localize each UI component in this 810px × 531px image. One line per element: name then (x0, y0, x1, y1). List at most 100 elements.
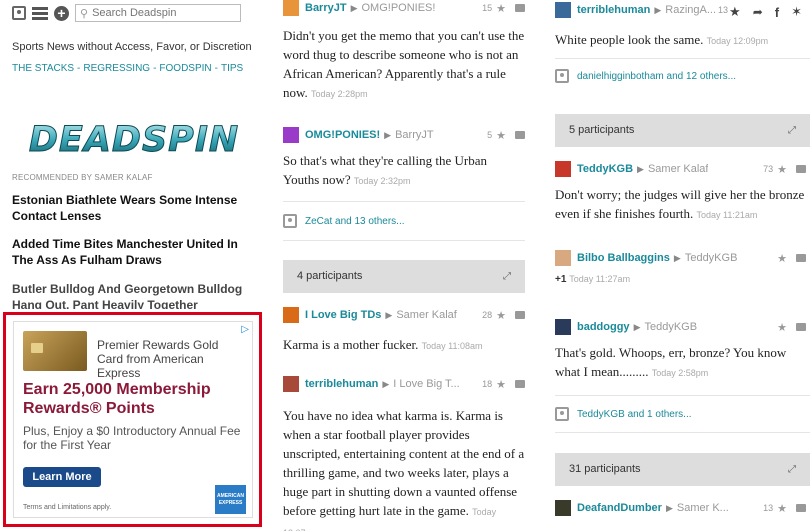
menu-icon[interactable] (32, 6, 48, 20)
reply-icon[interactable] (796, 504, 806, 512)
reply-to[interactable]: RazingA... (665, 4, 716, 16)
star-icon[interactable]: ★ (777, 252, 787, 265)
timestamp[interactable]: Today 2:32pm (354, 176, 411, 186)
star-icon[interactable]: ★ (777, 321, 787, 334)
star-icon[interactable]: ★ (777, 163, 787, 176)
search-input[interactable] (92, 7, 233, 19)
avatar[interactable] (283, 307, 299, 323)
like-count: 73 (763, 164, 774, 174)
avatar[interactable] (283, 376, 299, 392)
comment: OMG!PONIES! ▶ BarryJT 5 ★ So that's what … (283, 127, 525, 191)
star-icon[interactable]: ★ (496, 378, 506, 391)
search-box[interactable]: ⚲ (75, 4, 241, 22)
star-icon[interactable]: ★ (777, 502, 787, 515)
like-count: 18 (482, 379, 493, 389)
logo-text: DEADSPIN (29, 120, 239, 160)
reply-icon[interactable] (515, 311, 525, 319)
advertisement[interactable]: ▷ Premier Rewards Gold Card from America… (3, 312, 262, 527)
participants-bar[interactable]: 31 participants ⤢ (555, 453, 810, 486)
timestamp[interactable]: Today 2:28pm (311, 89, 368, 99)
like-count: 13 (718, 5, 729, 15)
reply-to[interactable]: BarryJT (395, 129, 434, 141)
more-replies-text[interactable]: TeddyKGB and 1 others... (577, 409, 692, 420)
more-replies-text[interactable]: danielhigginbotham and 12 others... (577, 71, 736, 82)
comment-text: +1 (555, 274, 567, 285)
ad-content[interactable]: ▷ Premier Rewards Gold Card from America… (13, 321, 253, 518)
site-tagline: Sports News without Access, Favor, or Di… (12, 41, 252, 53)
comment-text: White people look the same. (555, 32, 704, 47)
share-tools: ★ ➦ f ✶ (729, 4, 802, 20)
section-link-regressing[interactable]: REGRESSING (83, 63, 150, 74)
timestamp[interactable]: Today 12:09pm (707, 36, 769, 46)
reply-to[interactable]: Samer K... (677, 502, 729, 514)
reply-icon[interactable] (515, 4, 525, 12)
more-replies-link[interactable]: danielhigginbotham and 12 others... (555, 69, 736, 83)
plus-icon[interactable]: + (54, 5, 69, 21)
user-icon (555, 407, 569, 421)
reply-icon[interactable] (796, 323, 806, 331)
reply-to[interactable]: TeddyKGB (644, 321, 697, 333)
participants-count: 4 participants (297, 270, 363, 282)
timestamp[interactable]: Today 11:08am (422, 341, 483, 351)
reply-icon[interactable] (796, 254, 806, 262)
reply-arrow-icon: ▶ (654, 4, 662, 15)
reply-to[interactable]: Samer Kalaf (648, 163, 709, 175)
comment-username[interactable]: OMG!PONIES! (305, 129, 380, 141)
like-count: 15 (482, 3, 493, 13)
story-link-1[interactable]: Estonian Biathlete Wears Some Intense Co… (12, 192, 252, 224)
story-link-3[interactable]: Butler Bulldog And Georgetown Bulldog Ha… (12, 281, 252, 309)
avatar[interactable] (555, 500, 571, 516)
reply-to[interactable]: Samer Kalaf (396, 309, 457, 321)
more-replies-link[interactable]: TeddyKGB and 1 others... (555, 407, 692, 421)
comment-username[interactable]: terriblehuman (305, 378, 378, 390)
reply-icon[interactable] (796, 165, 806, 173)
avatar[interactable] (555, 319, 571, 335)
star-icon[interactable]: ★ (496, 2, 506, 15)
reply-to[interactable]: OMG!PONIES! (362, 2, 436, 14)
star-icon[interactable]: ★ (496, 309, 506, 322)
deadspin-logo[interactable]: DEADSPIN (14, 118, 254, 161)
expand-icon[interactable]: ⤢ (503, 260, 511, 293)
expand-icon[interactable]: ⤢ (788, 453, 796, 486)
comment-username[interactable]: Bilbo Ballbaggins (577, 252, 670, 264)
learn-more-button[interactable]: Learn More (23, 467, 101, 487)
reply-icon[interactable] (515, 380, 525, 388)
profile-icon[interactable] (12, 6, 26, 20)
avatar[interactable] (555, 250, 571, 266)
section-link-tips[interactable]: TIPS (221, 63, 243, 74)
adchoices-icon[interactable]: ▷ (241, 324, 249, 335)
share-icon[interactable]: ➦ (753, 5, 763, 19)
timestamp[interactable]: Today 2:58pm (652, 368, 709, 378)
comment-username[interactable]: DeafandDumber (577, 502, 662, 514)
reply-to[interactable]: I Love Big T... (393, 378, 459, 390)
star-icon[interactable]: ★ (496, 129, 506, 142)
reply-arrow-icon: ▶ (350, 2, 358, 13)
comment-username[interactable]: terriblehuman (577, 4, 650, 16)
comment-username[interactable]: I Love Big TDs (305, 309, 381, 321)
participants-bar[interactable]: 4 participants ⤢ (283, 260, 525, 293)
more-replies-link[interactable]: ZeCat and 13 others... (283, 214, 405, 228)
reply-icon[interactable] (515, 131, 525, 139)
avatar[interactable] (555, 161, 571, 177)
facebook-icon[interactable]: f (775, 5, 779, 20)
reply-arrow-icon: ▶ (665, 502, 673, 513)
comment-username[interactable]: TeddyKGB (577, 163, 633, 175)
comments-column-right: terriblehuman ▶ RazingA... 13 White peop… (555, 0, 810, 531)
more-replies-text[interactable]: ZeCat and 13 others... (305, 216, 405, 227)
twitter-icon[interactable]: ✶ (791, 4, 802, 20)
avatar[interactable] (283, 127, 299, 143)
ad-terms: Terms and Limitations apply. (23, 504, 112, 511)
section-link-foodspin[interactable]: FOODSPIN (159, 63, 211, 74)
star-icon[interactable]: ★ (729, 4, 741, 20)
expand-icon[interactable]: ⤢ (788, 114, 796, 147)
story-link-2[interactable]: Added Time Bites Manchester United In Th… (12, 236, 252, 268)
comment-username[interactable]: baddoggy (577, 321, 630, 333)
avatar[interactable] (555, 2, 571, 18)
timestamp[interactable]: Today 11:21am (697, 210, 758, 220)
reply-to[interactable]: TeddyKGB (685, 252, 738, 264)
comment-username[interactable]: BarryJT (305, 2, 347, 14)
avatar[interactable] (283, 0, 299, 16)
timestamp[interactable]: Today 11:27am (569, 274, 630, 284)
section-link-stacks[interactable]: THE STACKS (12, 63, 74, 74)
participants-bar[interactable]: 5 participants ⤢ (555, 114, 810, 147)
